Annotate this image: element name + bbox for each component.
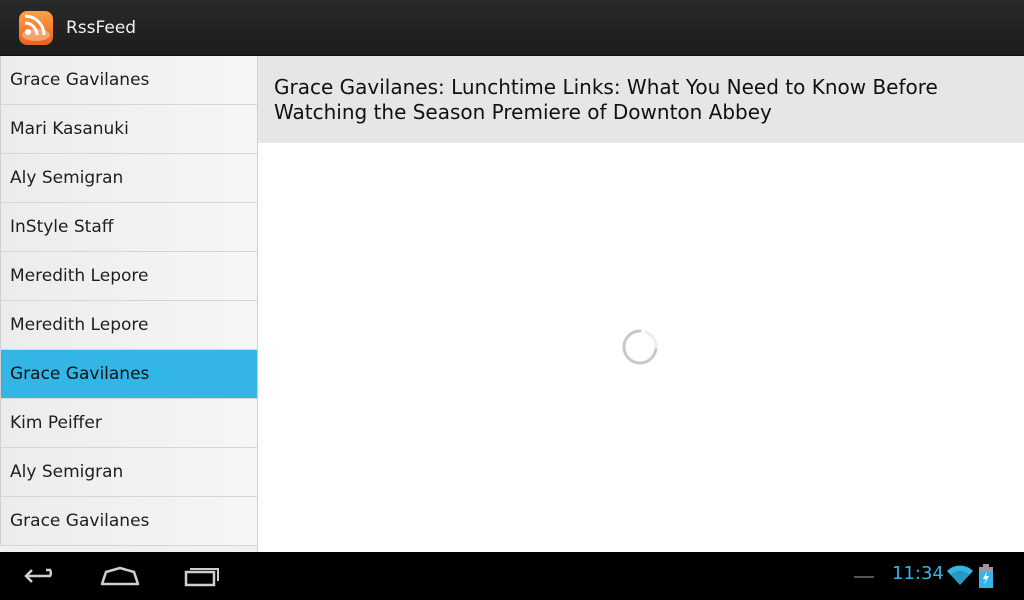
feed-list-item[interactable]: Grace Gavilanes	[0, 497, 257, 546]
home-icon[interactable]	[96, 560, 144, 592]
feed-list-item[interactable]: Grace Gavilanes	[0, 56, 257, 105]
feed-list-item-selected[interactable]: Grace Gavilanes	[0, 350, 257, 399]
rss-icon[interactable]	[18, 10, 54, 46]
status-area[interactable]: 11:34	[854, 552, 1024, 600]
feed-list: Grace Gavilanes Mari Kasanuki Aly Semigr…	[0, 56, 257, 552]
feed-list-item[interactable]: Meredith Lepore	[0, 301, 257, 350]
back-icon[interactable]	[16, 560, 64, 592]
content-area: Grace Gavilanes Mari Kasanuki Aly Semigr…	[0, 56, 1024, 552]
loading-spinner-icon	[622, 329, 658, 365]
feed-list-item[interactable]: Aly Semigran	[0, 448, 257, 497]
action-bar: RssFeed	[0, 0, 1024, 56]
article-title: Grace Gavilanes: Lunchtime Links: What Y…	[258, 56, 1024, 143]
app-title: RssFeed	[66, 17, 137, 38]
article-webview[interactable]	[258, 143, 1024, 552]
feed-list-item[interactable]: Meredith Lepore	[0, 252, 257, 301]
wifi-icon	[947, 565, 973, 585]
clock: 11:34	[892, 563, 944, 584]
system-nav-bar: 11:34	[0, 552, 1024, 600]
notification-indicator	[854, 576, 874, 578]
feed-list-item[interactable]: Mari Kasanuki	[0, 105, 257, 154]
article-detail: Grace Gavilanes: Lunchtime Links: What Y…	[257, 56, 1024, 552]
feed-list-item[interactable]: Kim Peiffer	[0, 399, 257, 448]
recent-apps-icon[interactable]	[176, 560, 224, 592]
battery-charging-icon	[979, 564, 993, 588]
feed-list-item[interactable]: InStyle Staff	[0, 203, 257, 252]
feed-list-item[interactable]: Aly Semigran	[0, 154, 257, 203]
